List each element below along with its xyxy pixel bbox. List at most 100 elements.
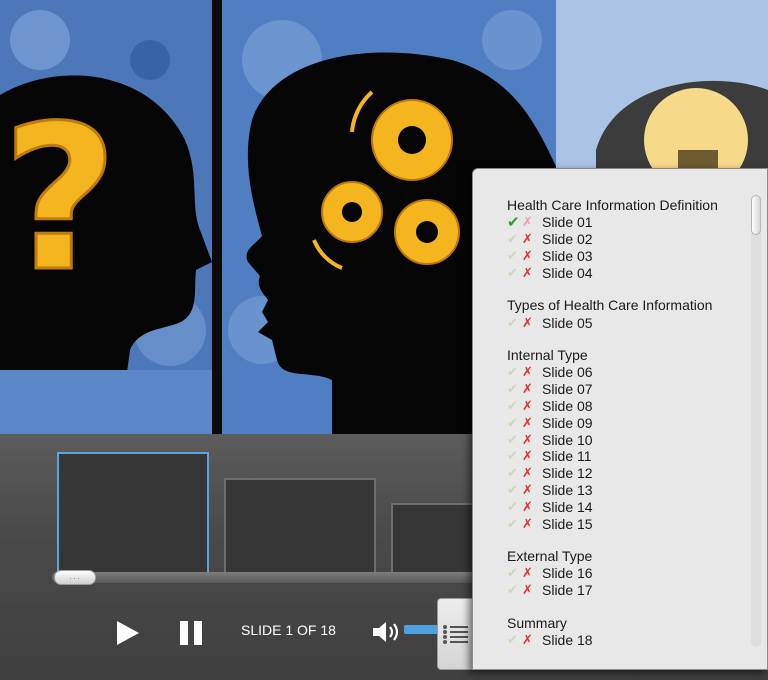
outline-slide-item[interactable]: ✔ ✗ Slide 10 <box>507 431 749 448</box>
outline-scrollbar-thumb[interactable] <box>751 195 761 235</box>
slide-thumbnail-1[interactable] <box>57 452 209 574</box>
outline-slide-item[interactable]: ✔ ✗ Slide 05 <box>507 314 749 331</box>
outline-slide-label: Slide 14 <box>542 498 593 515</box>
slide-counter: SLIDE 1 OF 18 <box>241 622 336 638</box>
outline-slide-label: Slide 13 <box>542 481 593 498</box>
outline-slide-label: Slide 07 <box>542 381 593 398</box>
outline-slide-label: Slide 03 <box>542 247 593 264</box>
outline-slide-item[interactable]: ✔ ✗ Slide 08 <box>507 398 749 415</box>
checkmark-icon: ✔ <box>507 314 518 330</box>
outline-scrollbar-track[interactable] <box>751 195 761 647</box>
outline-section: Summary ✔ ✗ Slide 18 <box>507 615 749 649</box>
svg-text:?: ? <box>2 83 118 316</box>
x-mark-icon: ✗ <box>522 448 533 464</box>
checkmark-icon: ✔ <box>507 264 518 280</box>
outline-slide-item[interactable]: ✔ ✗ Slide 17 <box>507 582 749 599</box>
x-mark-icon: ✗ <box>522 314 533 330</box>
outline-slide-item[interactable]: ✔ ✗ Slide 18 <box>507 632 749 649</box>
pause-icon <box>180 621 202 645</box>
outline-slide-label: Slide 15 <box>542 515 593 532</box>
outline-slide-label: Slide 16 <box>542 565 593 582</box>
play-icon <box>117 621 139 645</box>
checkmark-icon: ✔ <box>507 565 518 581</box>
x-mark-icon: ✗ <box>522 631 533 647</box>
outline-slide-label: Slide 17 <box>542 582 593 599</box>
x-mark-icon: ✗ <box>522 465 533 481</box>
x-mark-icon: ✗ <box>522 214 533 230</box>
checkmark-icon: ✔ <box>507 465 518 481</box>
checkmark-icon: ✔ <box>507 498 518 514</box>
checkmark-icon: ✔ <box>507 481 518 497</box>
outline-slide-item[interactable]: ✔ ✗ Slide 01 <box>507 214 749 231</box>
x-mark-icon: ✗ <box>522 431 533 447</box>
checkmark-icon: ✔ <box>507 364 518 380</box>
checkmark-icon: ✔ <box>507 448 518 464</box>
outline-slide-label: Slide 08 <box>542 397 593 414</box>
outline-section: External Type ✔ ✗ Slide 16 ✔ ✗ Slide 17 <box>507 548 749 599</box>
outline-slide-item[interactable]: ✔ ✗ Slide 06 <box>507 364 749 381</box>
outline-menu-icon <box>442 625 468 644</box>
outline-slide-item[interactable]: ✔ ✗ Slide 16 <box>507 565 749 582</box>
x-mark-icon: ✗ <box>522 231 533 247</box>
outline-slide-item[interactable]: ✔ ✗ Slide 02 <box>507 231 749 248</box>
outline-slide-item[interactable]: ✔ ✗ Slide 04 <box>507 264 749 281</box>
outline-section: Types of Health Care Information ✔ ✗ Slide … <box>507 297 749 331</box>
play-button[interactable] <box>112 618 142 648</box>
outline-slide-label: Slide 04 <box>542 264 593 281</box>
x-mark-icon: ✗ <box>522 414 533 430</box>
checkmark-icon: ✔ <box>507 231 518 247</box>
outline-section-title[interactable]: Health Care Information Definition <box>507 197 749 214</box>
outline-slide-label: Slide 02 <box>542 231 593 248</box>
x-mark-icon: ✗ <box>522 481 533 497</box>
slide-thumbnail-2[interactable] <box>224 478 376 574</box>
checkmark-icon: ✔ <box>507 582 518 598</box>
checkmark-icon: ✔ <box>507 515 518 531</box>
checkmark-icon: ✔ <box>507 397 518 413</box>
outline-panel: Health Care Information Definition ✔ ✗ Slid… <box>472 168 768 670</box>
checkmark-icon: ✔ <box>507 431 518 447</box>
outline-slide-label: Slide 12 <box>542 465 593 482</box>
outline-section: Internal Type ✔ ✗ Slide 06 ✔ ✗ Slide 07 ✔ ✗ Slide… <box>507 347 749 532</box>
outline-section-title[interactable]: Internal Type <box>507 347 749 364</box>
outline-slide-item[interactable]: ✔ ✗ Slide 14 <box>507 498 749 515</box>
outline-section: Health Care Information Definition ✔ ✗ Slid… <box>507 197 749 281</box>
outline-slide-item[interactable]: ✔ ✗ Slide 12 <box>507 465 749 482</box>
seek-handle[interactable]: ··· <box>54 570 96 585</box>
pause-button[interactable] <box>176 618 206 648</box>
x-mark-icon: ✗ <box>522 264 533 280</box>
outline-slide-item[interactable]: ✔ ✗ Slide 09 <box>507 414 749 431</box>
outline-slide-item[interactable]: ✔ ✗ Slide 03 <box>507 248 749 265</box>
outline-menu-button[interactable] <box>437 598 473 670</box>
outline-slide-item[interactable]: ✔ ✗ Slide 15 <box>507 515 749 532</box>
outline-slide-item[interactable]: ✔ ✗ Slide 07 <box>507 381 749 398</box>
x-mark-icon: ✗ <box>522 515 533 531</box>
outline-section-title[interactable]: External Type <box>507 548 749 565</box>
outline-slide-item[interactable]: ✔ ✗ Slide 13 <box>507 482 749 499</box>
checkmark-icon: ✔ <box>507 631 518 647</box>
outline-slide-label: Slide 11 <box>542 448 592 465</box>
outline-section-title[interactable]: Summary <box>507 615 749 632</box>
checkmark-icon: ✔ <box>507 414 518 430</box>
question-head-illustration: ? <box>0 0 212 434</box>
outline-slide-label: Slide 06 <box>542 364 593 381</box>
volume-button[interactable] <box>370 617 402 647</box>
volume-icon <box>373 622 399 642</box>
outline-slide-label: Slide 10 <box>542 431 593 448</box>
x-mark-icon: ✗ <box>522 397 533 413</box>
outline-slide-label: Slide 01 <box>542 214 593 231</box>
outline-slide-label: Slide 09 <box>542 414 593 431</box>
seek-bar[interactable] <box>52 572 492 583</box>
x-mark-icon: ✗ <box>522 381 533 397</box>
seek-handle-grip: ··· <box>69 572 81 583</box>
outline-slide-label: Slide 18 <box>542 631 593 648</box>
x-mark-icon: ✗ <box>522 247 533 263</box>
x-mark-icon: ✗ <box>522 364 533 380</box>
x-mark-icon: ✗ <box>522 582 533 598</box>
outline-section-title[interactable]: Types of Health Care Information <box>507 297 749 314</box>
outline-slide-item[interactable]: ✔ ✗ Slide 11 <box>507 448 749 465</box>
x-mark-icon: ✗ <box>522 565 533 581</box>
outline-list: Health Care Information Definition ✔ ✗ Slid… <box>473 169 749 664</box>
x-mark-icon: ✗ <box>522 498 533 514</box>
checkmark-icon: ✔ <box>507 214 520 232</box>
outline-slide-label: Slide 05 <box>542 314 593 331</box>
